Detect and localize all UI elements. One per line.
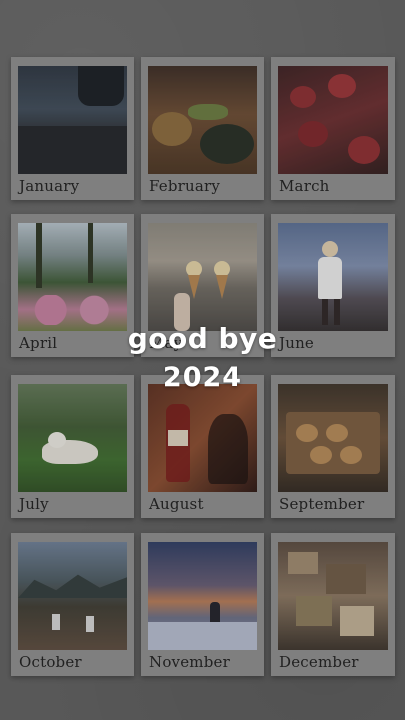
photo-february (148, 66, 257, 174)
photo-april (18, 223, 127, 331)
polaroid-february[interactable]: February (141, 57, 264, 200)
polaroid-july[interactable]: July (11, 375, 134, 518)
photo-june (278, 223, 388, 331)
month-label: March (279, 177, 330, 195)
photo-may (148, 223, 257, 331)
month-label: January (19, 177, 80, 195)
photo-july (18, 384, 127, 492)
photo-november (148, 542, 257, 650)
polaroid-december[interactable]: December (271, 533, 395, 676)
photo-august (148, 384, 257, 492)
photo-march (278, 66, 388, 174)
month-label: February (149, 177, 221, 195)
month-label: July (19, 495, 49, 513)
polaroid-november[interactable]: November (141, 533, 264, 676)
month-label: December (279, 653, 359, 671)
photo-december (278, 542, 388, 650)
polaroid-october[interactable]: October (11, 533, 134, 676)
photo-september (278, 384, 388, 492)
photo-grid: January February March April May June Ju… (0, 0, 405, 720)
month-label: October (19, 653, 82, 671)
month-label: September (279, 495, 365, 513)
polaroid-march[interactable]: March (271, 57, 395, 200)
overlay-title-line1: good bye (127, 322, 278, 355)
polaroid-september[interactable]: September (271, 375, 395, 518)
polaroid-august[interactable]: August (141, 375, 264, 518)
photo-october (18, 542, 127, 650)
photo-january (18, 66, 127, 174)
month-label: August (149, 495, 204, 513)
month-label: November (149, 653, 230, 671)
overlay-title-line2: 2024 (162, 362, 243, 393)
polaroid-january[interactable]: January (11, 57, 134, 200)
